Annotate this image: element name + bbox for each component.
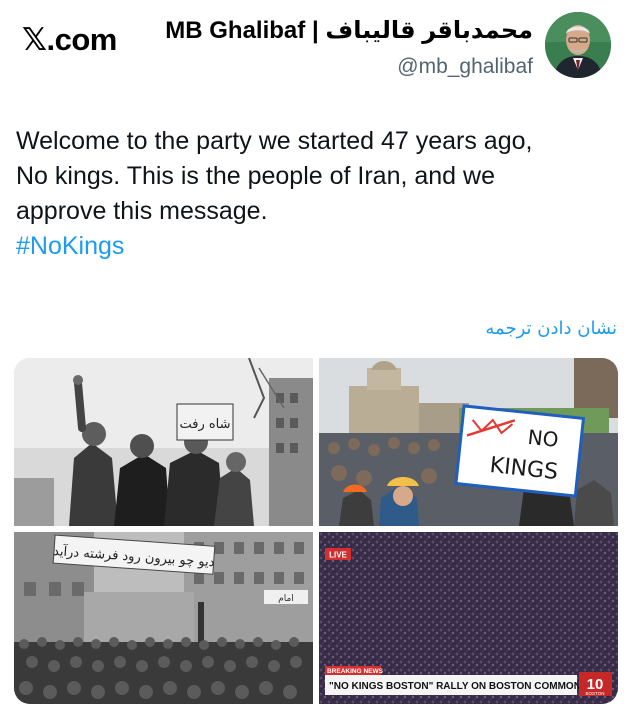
x-logo-icon: 𝕏 [22, 22, 47, 58]
avatar[interactable] [545, 12, 611, 78]
tweet-text: Welcome to the party we started 47 years… [16, 124, 616, 264]
tweet-header: 𝕏.com MB Ghalibaf | محمدباقر قالیباف @mb… [0, 0, 633, 90]
news-chyron: "NO KINGS BOSTON" RALLY ON BOSTON COMMON [329, 681, 581, 692]
rally-sign-line1: NO [527, 425, 560, 452]
tweet-text-line: No kings. This is the people of Iran, an… [16, 162, 495, 190]
author-handle[interactable]: @mb_ghalibaf [165, 55, 533, 79]
channel-logo-city: BOSTON [586, 691, 605, 696]
media-grid: شاه رفت NO KINGS دیو چو بیرون رود فرشته … [14, 358, 618, 704]
protest-small-sign: امام [278, 594, 294, 604]
media-photo-4[interactable]: LIVE BREAKING NEWS "NO KINGS BOSTON" RAL… [319, 532, 618, 704]
tweet-text-line: Welcome to the party we started 47 years… [16, 127, 533, 155]
author-info[interactable]: MB Ghalibaf | محمدباقر قالیباف @mb_ghali… [165, 16, 533, 79]
protest-sign-text: شاه رفت [179, 417, 230, 432]
media-photo-2[interactable]: NO KINGS [319, 358, 618, 526]
media-photo-3[interactable]: دیو چو بیرون رود فرشته درآید امام [14, 532, 313, 704]
x-com-watermark: 𝕏.com [22, 22, 117, 58]
tweet-text-line: approve this message. [16, 197, 268, 225]
live-badge: LIVE [329, 551, 347, 560]
breaking-news-label: BREAKING NEWS [327, 668, 384, 675]
profile-photo-icon [545, 12, 611, 78]
author-display-name[interactable]: MB Ghalibaf | محمدباقر قالیباف [165, 16, 533, 45]
hashtag-link[interactable]: #NoKings [16, 229, 616, 264]
media-photo-1[interactable]: شاه رفت [14, 358, 313, 526]
brand-text: .com [46, 22, 117, 57]
show-translation-link[interactable]: نشان دادن ترجمه [485, 318, 617, 339]
